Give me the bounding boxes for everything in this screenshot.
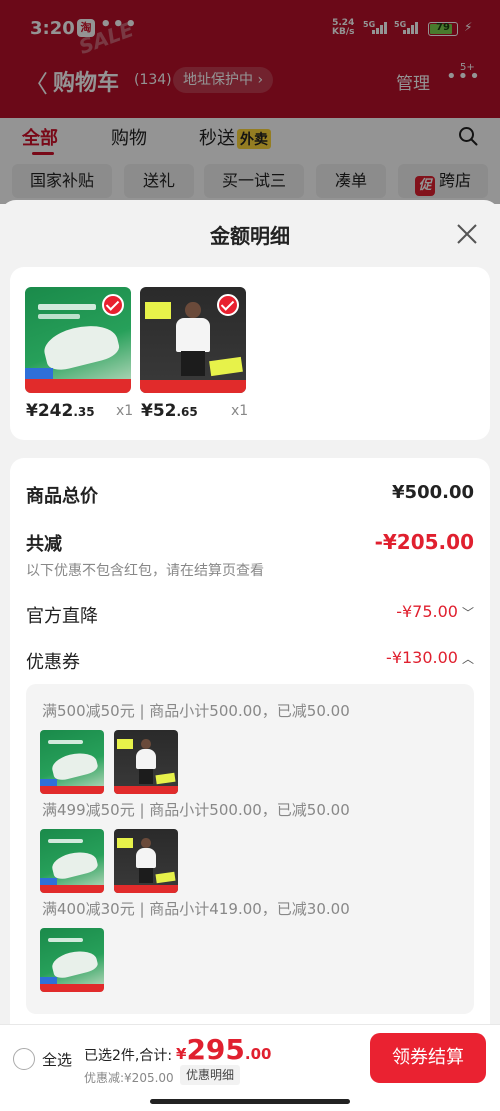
coupon-label: 优惠券 [26,652,80,673]
overlay-dim[interactable] [0,0,500,204]
coupon-value: -¥130.00 [386,648,458,667]
chevron-up-icon: ︿ [461,652,474,666]
checkout-button[interactable]: 领券结算 [370,1033,486,1083]
selected-products-card: ¥242.35 x1 ¥52.65 x1 [10,267,490,440]
coupon-rule: 满499减50元 | 商品小计500.00，已减50.00 [42,801,350,819]
discount-detail-button[interactable]: 优惠明细 [180,1065,241,1085]
product-price: ¥242.35 [26,401,95,421]
official-discount-row[interactable]: -¥75.00 ﹀ [396,602,474,621]
coupon-product-thumb [114,730,178,794]
sheet-title: 金额明细 [210,224,290,248]
reduce-note: 以下优惠不包含红包，请在结算页查看 [26,563,264,579]
coupon-detail-box: 满500减50元 | 商品小计500.00，已减50.00 满499减50元 |… [26,684,474,1014]
coupon-rule: 满400减30元 | 商品小计419.00，已减30.00 [42,900,350,918]
total-amount: ¥295.00 [176,1033,272,1066]
product-qty: x1 [231,403,249,419]
coupon-rule: 满500减50元 | 商品小计500.00，已减50.00 [42,702,350,720]
select-all-radio[interactable] [13,1048,35,1070]
coupon-product-thumb [40,730,104,794]
total-reduce-label: 共减 [26,534,62,555]
selected-check-icon [217,294,239,316]
official-discount-value: -¥75.00 [396,602,458,621]
amount-detail-sheet: 金额明细 ¥242.35 x1 ¥52.65 x1 商品总价 ¥500.00 共… [0,200,500,1030]
product-image-shoe[interactable] [25,287,131,393]
official-discount-label: 官方直降 [26,606,98,627]
selected-check-icon [102,294,124,316]
coupon-product-thumb [40,928,104,992]
total-price-value: ¥500.00 [392,482,474,503]
chevron-down-icon: ﹀ [461,606,474,620]
discount-amount: 优惠减:¥205.00 [84,1071,174,1085]
coupon-product-thumb [40,829,104,893]
coupon-product-thumb [114,829,178,893]
close-icon[interactable] [455,222,479,246]
total-price-label: 商品总价 [26,486,98,507]
price-breakdown-card: 商品总价 ¥500.00 共减 -¥205.00 以下优惠不包含红包，请在结算页… [10,458,490,1030]
checkout-bar: 全选 已选2件,合计: ¥295.00 优惠减:¥205.00 优惠明细 领券结… [0,1024,500,1111]
product-image-shirt[interactable] [140,287,246,393]
product-qty: x1 [116,403,134,419]
home-indicator[interactable] [150,1099,350,1104]
select-all-label[interactable]: 全选 [42,1049,72,1070]
coupon-row[interactable]: -¥130.00 ︿ [386,648,474,667]
selected-summary: 已选2件,合计: [84,1048,173,1064]
total-reduce-value: -¥205.00 [374,530,474,554]
product-price: ¥52.65 [141,401,198,421]
